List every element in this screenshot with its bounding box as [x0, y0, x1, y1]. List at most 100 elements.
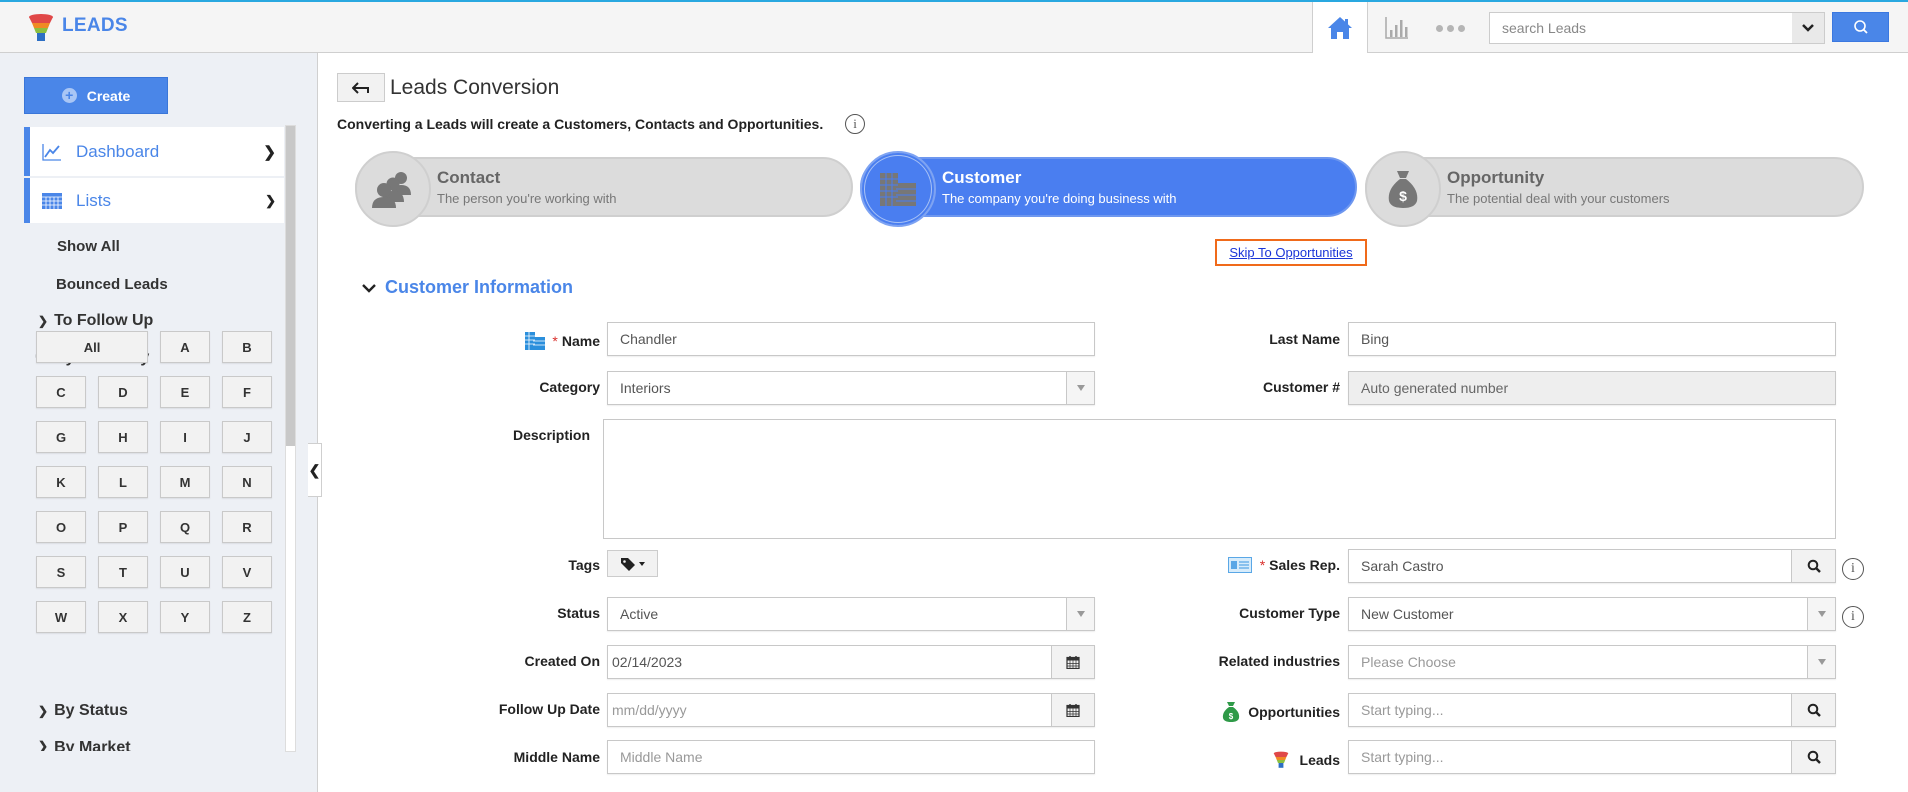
- dot-icon: [1435, 24, 1443, 32]
- customer-number-label: Customer #: [1262, 379, 1340, 395]
- info-icon[interactable]: i: [1842, 558, 1864, 580]
- directory-letter-button-t[interactable]: T: [98, 556, 148, 588]
- calendar-button[interactable]: [1051, 645, 1095, 679]
- directory-letter-button-y[interactable]: Y: [160, 601, 210, 633]
- app-title: LEADS: [62, 15, 128, 36]
- directory-letter-button-m[interactable]: M: [160, 466, 210, 498]
- tree-item-label: To Follow Up: [54, 312, 154, 329]
- sidebar-item-label: Lists: [76, 190, 111, 210]
- chevron-down-icon: ❯: [265, 192, 276, 208]
- created-on-date-field[interactable]: 02/14/2023: [607, 645, 1095, 679]
- step-title: Customer: [942, 168, 1022, 187]
- related-industries-select[interactable]: Please Choose: [1348, 645, 1836, 679]
- name-field[interactable]: Chandler: [607, 322, 1095, 356]
- list-item-show-all[interactable]: Show All: [57, 238, 120, 255]
- step-title: Opportunity: [1447, 168, 1545, 187]
- sidebar-scrollbar[interactable]: [285, 125, 296, 752]
- id-card-icon: [1227, 557, 1252, 573]
- directory-letter-button-h[interactable]: H: [98, 421, 148, 453]
- select-value: Interiors: [620, 380, 671, 396]
- line-chart-icon: [42, 143, 62, 161]
- description-textarea[interactable]: [603, 419, 1836, 539]
- tree-item-by-status[interactable]: ❯ By Status: [38, 702, 128, 720]
- create-label: Create: [86, 87, 131, 104]
- directory-letter-button-d[interactable]: D: [98, 376, 148, 408]
- search-input[interactable]: [1489, 12, 1793, 44]
- directory-letter-button-x[interactable]: X: [98, 601, 148, 633]
- directory-letter-button-q[interactable]: Q: [160, 511, 210, 543]
- scrollbar-thumb[interactable]: [286, 126, 295, 446]
- more-options-button[interactable]: [1430, 14, 1470, 42]
- opportunities-lookup-field[interactable]: Start typing...: [1348, 693, 1836, 727]
- skip-to-opportunities-link[interactable]: Skip To Opportunities: [1215, 239, 1367, 266]
- directory-letter-button-r[interactable]: R: [222, 511, 272, 543]
- back-button[interactable]: [337, 73, 385, 102]
- directory-letter-button-n[interactable]: N: [222, 466, 272, 498]
- tree-item-by-market[interactable]: ❯ By Market: [38, 739, 131, 751]
- plus-circle-icon: +: [61, 88, 77, 103]
- search-scope-dropdown[interactable]: [1792, 12, 1825, 44]
- tags-dropdown-button[interactable]: [607, 550, 658, 577]
- directory-letter-button-w[interactable]: W: [36, 601, 86, 633]
- last-name-field[interactable]: Bing: [1348, 322, 1836, 356]
- dropdown-caret-button[interactable]: [1807, 645, 1836, 679]
- collapse-sidebar-button[interactable]: ❮: [308, 443, 322, 497]
- directory-letter-button-k[interactable]: K: [36, 466, 86, 498]
- step-contact[interactable]: Contact The person you're working with: [355, 151, 853, 227]
- dropdown-caret-button[interactable]: [1066, 597, 1095, 631]
- directory-letter-button-l[interactable]: L: [98, 466, 148, 498]
- directory-letter-button-c[interactable]: C: [36, 376, 86, 408]
- info-icon[interactable]: i: [845, 114, 865, 134]
- leads-lookup-field[interactable]: Start typing...: [1348, 740, 1836, 774]
- directory-letter-button-o[interactable]: O: [36, 511, 86, 543]
- directory-letter-button-u[interactable]: U: [160, 556, 210, 588]
- directory-letter-button-all[interactable]: All: [36, 331, 148, 363]
- chevron-down-icon: [1802, 24, 1814, 32]
- lookup-search-button[interactable]: [1791, 693, 1836, 727]
- required-asterisk: *: [552, 333, 558, 349]
- caret-down-icon: [1076, 611, 1085, 617]
- directory-letter-button-b[interactable]: B: [222, 331, 272, 363]
- category-select[interactable]: Interiors: [607, 371, 1095, 405]
- directory-letter-button-v[interactable]: V: [222, 556, 272, 588]
- customer-type-select[interactable]: New Customer: [1348, 597, 1836, 631]
- directory-letter-button-i[interactable]: I: [160, 421, 210, 453]
- directory-letter-button-z[interactable]: Z: [222, 601, 272, 633]
- section-toggle-customer-information[interactable]: Customer Information: [362, 277, 573, 298]
- follow-up-date-field[interactable]: mm/dd/yyyy: [607, 693, 1095, 727]
- directory-letter-button-s[interactable]: S: [36, 556, 86, 588]
- step-opportunity[interactable]: $ Opportunity The potential deal with yo…: [1365, 151, 1864, 227]
- dropdown-caret-button[interactable]: [1066, 371, 1095, 405]
- list-item-bounced-leads[interactable]: Bounced Leads: [56, 276, 168, 293]
- lookup-search-button[interactable]: [1791, 740, 1836, 774]
- tag-icon: [621, 557, 635, 571]
- directory-letter-button-e[interactable]: E: [160, 376, 210, 408]
- directory-letter-button-p[interactable]: P: [98, 511, 148, 543]
- sidebar-item-lists[interactable]: Lists ❯: [24, 178, 284, 223]
- lookup-search-button[interactable]: [1791, 549, 1836, 583]
- home-button[interactable]: [1312, 2, 1368, 53]
- sidebar: + Create Dashboard ❯ Lists ❯ Show All Bo…: [0, 53, 318, 792]
- label-text: Name: [561, 333, 600, 349]
- search-button[interactable]: [1832, 12, 1889, 42]
- last-name-label: Last Name: [1269, 331, 1340, 347]
- step-subtitle: The potential deal with your customers: [1447, 191, 1670, 206]
- dropdown-caret-button[interactable]: [1807, 597, 1836, 631]
- sidebar-item-dashboard[interactable]: Dashboard ❯: [24, 127, 284, 176]
- sidebar-item-label: Dashboard: [76, 141, 160, 161]
- calendar-button[interactable]: [1051, 693, 1095, 727]
- directory-letter-button-a[interactable]: A: [160, 331, 210, 363]
- description-label: Description: [512, 427, 590, 443]
- status-select[interactable]: Active: [607, 597, 1095, 631]
- middle-name-field[interactable]: Middle Name: [607, 740, 1095, 774]
- tree-item-to-follow-up[interactable]: ❯ To Follow Up: [38, 312, 153, 330]
- info-icon[interactable]: i: [1842, 606, 1864, 628]
- directory-letter-button-g[interactable]: G: [36, 421, 86, 453]
- reports-button[interactable]: [1380, 14, 1414, 42]
- create-button[interactable]: + Create: [24, 77, 168, 114]
- directory-letter-button-j[interactable]: J: [222, 421, 272, 453]
- directory-letter-button-f[interactable]: F: [222, 376, 272, 408]
- step-customer[interactable]: Customer The company you're doing busine…: [860, 151, 1357, 227]
- sales-rep-field[interactable]: Sarah Castro: [1348, 549, 1836, 583]
- search-icon: [1807, 703, 1821, 717]
